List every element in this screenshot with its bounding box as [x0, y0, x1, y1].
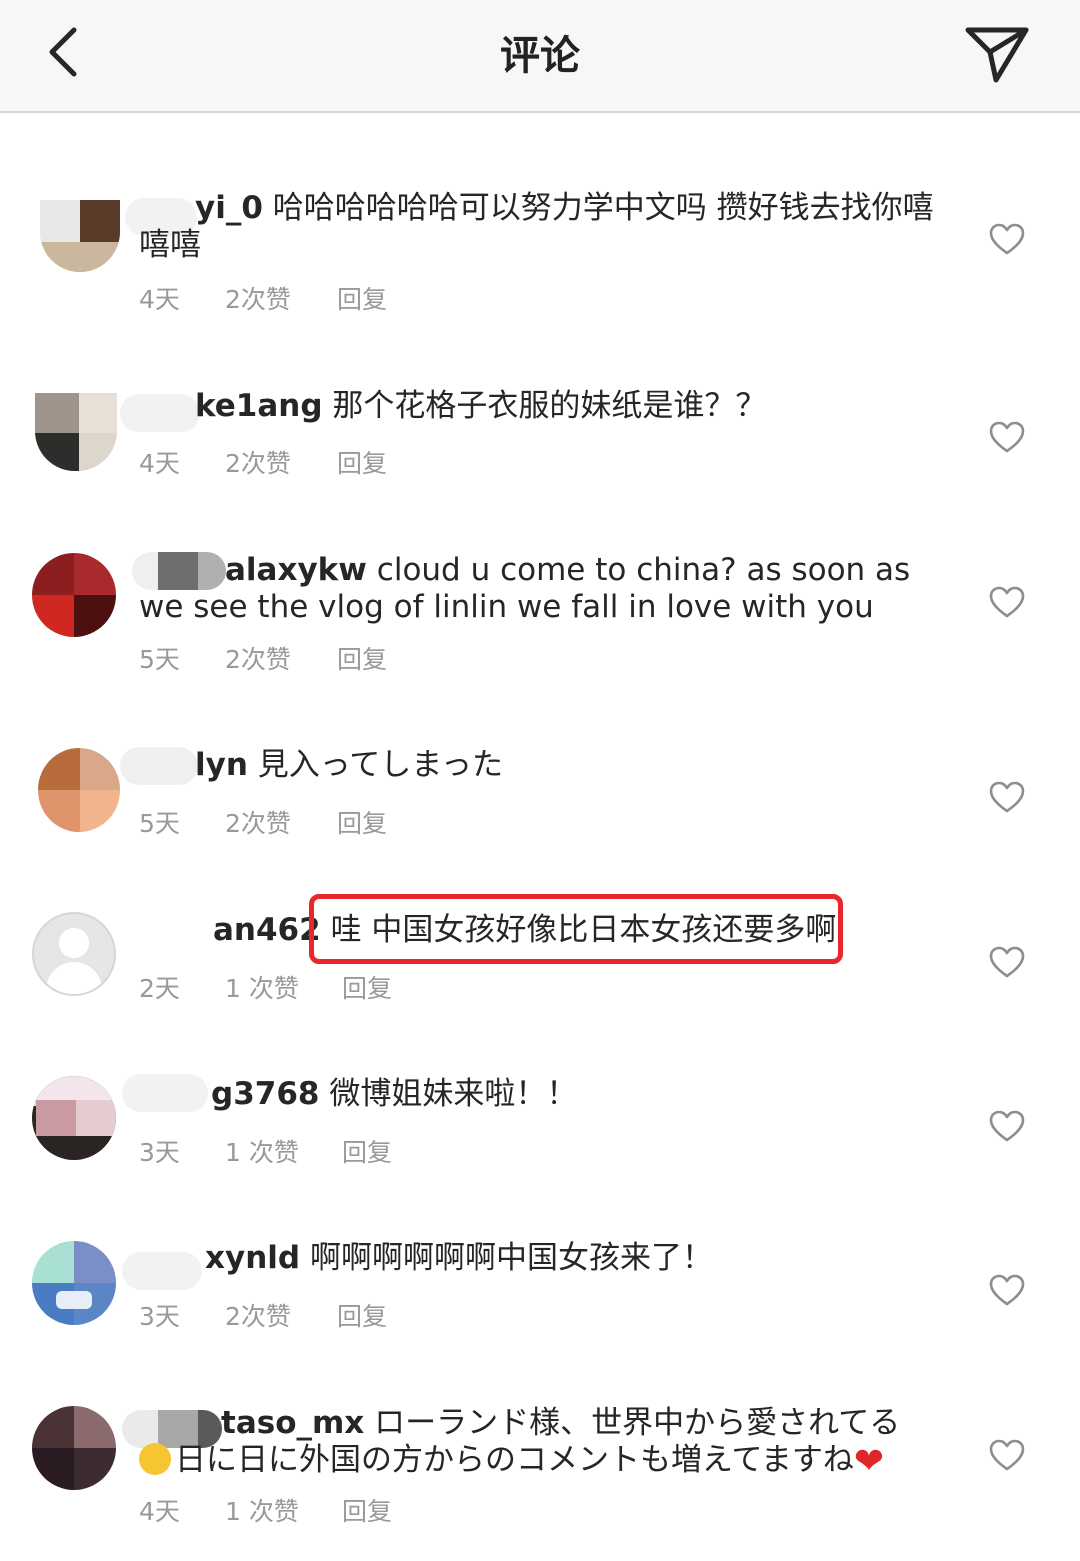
comment-time: 4天 — [139, 1497, 180, 1526]
reply-button[interactable]: 回复 — [337, 645, 387, 675]
reply-button[interactable]: 回复 — [342, 974, 392, 1004]
heart-icon[interactable] — [988, 420, 1026, 454]
comment-likes[interactable]: 1 次赞 — [225, 1138, 342, 1168]
comment-username[interactable]: lyn — [195, 747, 248, 783]
reply-button[interactable]: 回复 — [337, 809, 387, 839]
top-bar: 评论 — [0, 0, 1080, 113]
comment-body: 啊啊啊啊啊啊中国女孩来了！ — [309, 1240, 713, 1276]
comment-likes[interactable]: 2次赞 — [225, 645, 337, 675]
avatar[interactable] — [32, 912, 116, 996]
reply-button[interactable]: 回复 — [337, 285, 387, 315]
heart-icon[interactable] — [988, 945, 1026, 979]
comment-likes[interactable]: 2次赞 — [225, 1302, 337, 1332]
comment-time: 5天 — [139, 645, 180, 674]
avatar[interactable] — [32, 1076, 116, 1160]
heart-icon[interactable] — [988, 1438, 1026, 1472]
avatar[interactable] — [38, 748, 120, 832]
comment-body: 微博姐妹来啦！！ — [329, 1076, 578, 1112]
comment-time: 3天 — [139, 1302, 180, 1331]
comment-likes[interactable]: 1 次赞 — [225, 1497, 342, 1527]
comment-body: 那个花格子衣服的妹纸是谁？？ — [332, 388, 767, 424]
comment-text: taso_mx ローランド様、世界中から愛されてる 日に日に外国の方からのコメン… — [139, 1405, 939, 1480]
comment-time: 2天 — [139, 974, 180, 1003]
comment-text: alaxykw cloud u come to china? as soon a… — [139, 552, 939, 626]
avatar[interactable] — [32, 553, 116, 637]
comment-username[interactable]: yi_0 — [195, 190, 263, 226]
comment-username[interactable]: xynld — [205, 1240, 300, 1276]
avatar[interactable] — [32, 1406, 116, 1490]
heart-icon[interactable] — [988, 222, 1026, 256]
comment-meta: 4天 2次赞 回复 — [139, 449, 387, 479]
comment-username[interactable]: alaxykw — [225, 552, 367, 588]
comment-text: yi_0 哈哈哈哈哈哈可以努力学中文吗 攒好钱去找你嘻嘻嘻 — [139, 190, 939, 264]
comment-text: ke1ang 那个花格子衣服的妹纸是谁？？ — [139, 388, 939, 425]
comment-likes[interactable]: 2次赞 — [225, 449, 337, 479]
comment-text: g3768 微博姐妹来啦！！ — [139, 1076, 939, 1113]
comment-username[interactable]: taso_mx — [221, 1405, 364, 1441]
comment-body-line2: 日に日に外国の方からのコメントも増えてますね — [175, 1442, 854, 1478]
comment-username[interactable]: an462 — [213, 912, 321, 948]
comment-time: 5天 — [139, 809, 180, 838]
heart-icon[interactable] — [988, 1273, 1026, 1307]
send-icon — [965, 27, 1029, 83]
avatar[interactable] — [40, 200, 120, 272]
reply-button[interactable]: 回复 — [337, 449, 387, 479]
avatar[interactable] — [32, 1241, 116, 1325]
comment-meta: 4天 1 次赞 回复 — [139, 1497, 392, 1527]
comment-text: lyn 見入ってしまった — [139, 747, 939, 784]
comment-username[interactable]: g3768 — [211, 1076, 319, 1112]
page-title: 评论 — [500, 33, 580, 79]
comment-meta: 3天 1 次赞 回复 — [139, 1138, 392, 1168]
comment-body: ローランド様、世界中から愛されてる — [374, 1405, 901, 1441]
comment-username[interactable]: ke1ang — [195, 388, 323, 424]
heart-icon[interactable] — [988, 585, 1026, 619]
comment-meta: 2天 1 次赞 回复 — [139, 974, 392, 1004]
avatar[interactable] — [35, 393, 117, 471]
heart-icon[interactable] — [988, 780, 1026, 814]
comment-time: 3天 — [139, 1138, 180, 1167]
comment-likes[interactable]: 2次赞 — [225, 809, 337, 839]
share-button[interactable] — [960, 20, 1032, 86]
highlight-box — [309, 894, 843, 964]
comment-meta: 4天 2次赞 回复 — [139, 285, 387, 315]
reply-button[interactable]: 回复 — [337, 1302, 387, 1332]
reply-button[interactable]: 回复 — [342, 1497, 392, 1527]
comment-likes[interactable]: 1 次赞 — [225, 974, 342, 1004]
reply-button[interactable]: 回复 — [342, 1138, 392, 1168]
red-heart-icon: ❤ — [853, 1441, 885, 1482]
comment-meta: 5天 2次赞 回复 — [139, 809, 387, 839]
comment-text: xynld 啊啊啊啊啊啊中国女孩来了！ — [139, 1240, 939, 1277]
comment-meta: 5天 2次赞 回复 — [139, 645, 387, 675]
comment-time: 4天 — [139, 449, 180, 478]
comment-body: 見入ってしまった — [257, 747, 503, 783]
comment-time: 4天 — [139, 285, 180, 314]
heart-icon[interactable] — [988, 1109, 1026, 1143]
comment-likes[interactable]: 2次赞 — [225, 285, 337, 315]
crying-face-icon — [139, 1443, 171, 1475]
comment-meta: 3天 2次赞 回复 — [139, 1302, 387, 1332]
